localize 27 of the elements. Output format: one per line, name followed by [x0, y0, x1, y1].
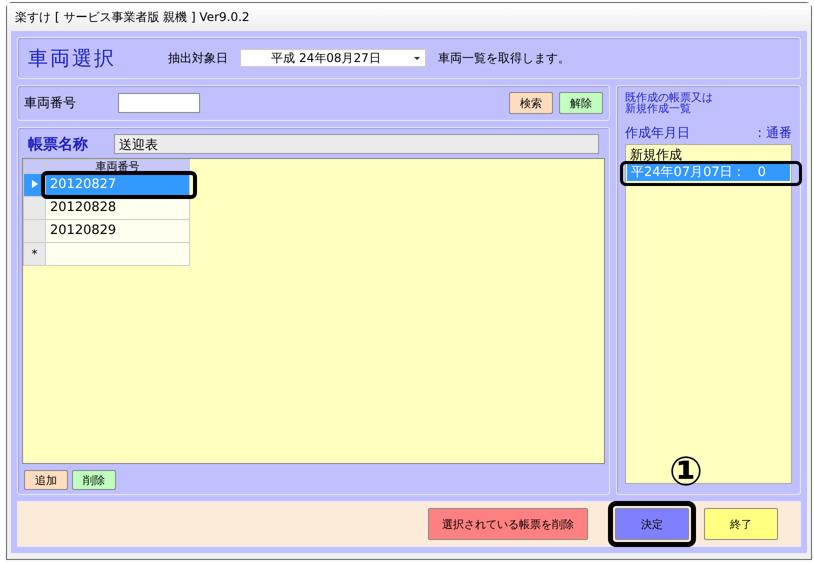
grid-button[interactable]: 削除 — [72, 470, 116, 490]
search-panel-button[interactable]: 検索 — [509, 92, 553, 114]
list-column-label: 作成年月日 — [625, 125, 690, 142]
search-panel-button[interactable]: 解除 — [559, 92, 603, 114]
footer-button[interactable]: 選択されている帳票を削除 — [428, 508, 588, 540]
list-column-label: : 通番 — [757, 125, 792, 142]
table-cell[interactable] — [46, 242, 190, 266]
screen-title: 車両選択 — [28, 44, 116, 72]
window-title: 楽すけ [ サービス事業者版 親機 ] Ver9.0.2 — [15, 10, 250, 24]
list-title: 新規作成一覧 — [625, 103, 691, 114]
grid-button[interactable]: 追加 — [24, 470, 68, 490]
row-header-corner — [24, 160, 46, 174]
list-item[interactable]: 新規作成 — [626, 147, 791, 164]
table-cell[interactable]: 20120829 — [46, 220, 190, 242]
row-header[interactable]: * — [24, 242, 46, 266]
new-row-marker: * — [32, 247, 38, 261]
footer-button[interactable]: 終了 — [704, 508, 778, 540]
form-name-label: 帳票名称 — [28, 134, 89, 154]
vehicle-number-field[interactable] — [118, 93, 200, 113]
step-number: ① — [669, 452, 703, 492]
list-title: 既作成の帳票又は — [625, 92, 713, 103]
date-label: 抽出対象日 — [168, 50, 228, 66]
confirm-button[interactable]: 決定 — [615, 508, 689, 540]
hint-text: 車両一覧を取得します。 — [438, 50, 570, 66]
vehicle-number-label: 車両番号 — [24, 95, 77, 112]
date-dropdown[interactable]: 平成 24年08月27日 — [240, 49, 426, 67]
form-name-field[interactable]: 送迎表 — [114, 134, 599, 154]
